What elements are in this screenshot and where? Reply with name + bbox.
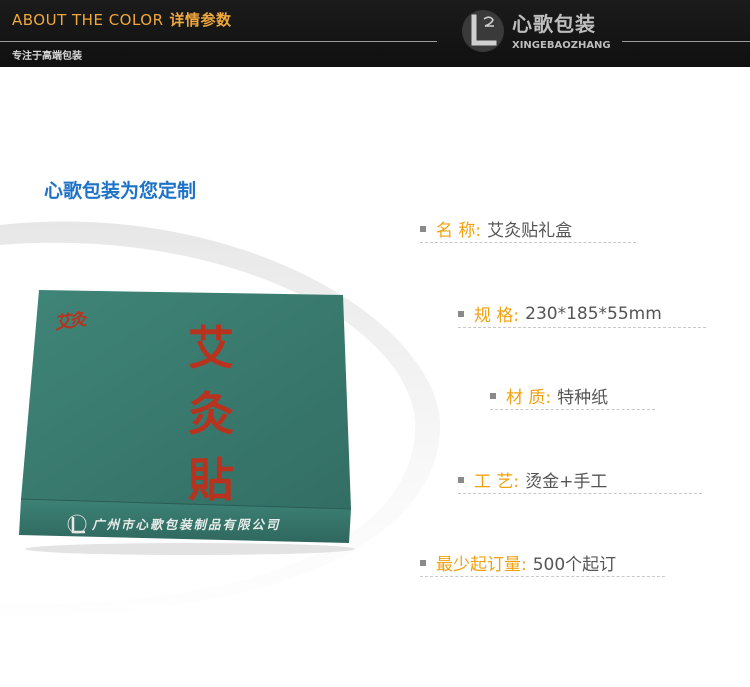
spec-value: 艾灸贴礼盒 <box>487 221 573 241</box>
spec-value: 烫金+手工 <box>525 472 608 492</box>
box-main-text-2: 灸 <box>188 387 234 441</box>
spec-row-craft: 工 艺: 烫金+手工 <box>458 467 702 494</box>
header-title-en: ABOUT THE COLOR <box>12 11 164 29</box>
header-divider-left <box>0 41 437 42</box>
spec-row-name: 名 称: 艾灸贴礼盒 <box>420 216 636 243</box>
spec-value: 特种纸 <box>557 388 609 408</box>
brand-logo-icon <box>462 10 504 52</box>
bullet-icon <box>490 392 496 399</box>
box-corner-mark: 艾灸 <box>53 309 86 334</box>
spec-label: 名 称: <box>436 221 482 241</box>
bullet-icon <box>420 559 426 566</box>
spec-label: 材 质: <box>506 388 552 408</box>
header-divider-right <box>622 41 750 42</box>
bullet-icon <box>420 225 426 232</box>
box-company-name: 广州市心歌包装制品有限公司 <box>92 517 281 532</box>
header-bar: ABOUT THE COLOR 详情参数 专注于高端包装 心歌包装 XINGEBA… <box>0 0 750 67</box>
header-title-cn: 详情参数 <box>169 11 232 29</box>
box-main-text-3: 貼 <box>188 453 234 507</box>
spec-row-size: 规 格: 230*185*55mm <box>458 301 706 328</box>
box-main-text-1: 艾 <box>188 321 234 375</box>
brand-name-cn: 心歌包装 <box>512 12 596 36</box>
spec-value: 230*185*55mm <box>525 303 662 324</box>
spec-row-moq: 最少起订量: 500个起订 <box>420 550 665 577</box>
spec-label: 最少起订量: <box>436 555 527 575</box>
header-title: ABOUT THE COLOR 详情参数 <box>12 9 232 30</box>
tagline: 心歌包装为您定制 <box>44 180 197 202</box>
spec-label: 工 艺: <box>474 472 520 492</box>
bullet-icon <box>458 310 464 317</box>
spec-row-material: 材 质: 特种纸 <box>490 383 655 410</box>
brand-name-en: XINGEBAOZHANG <box>512 40 611 51</box>
bullet-icon <box>458 476 464 483</box>
spec-label: 规 格: <box>474 306 520 326</box>
spec-value: 500个起订 <box>532 555 617 575</box>
header-subtitle: 专注于高端包装 <box>12 51 82 62</box>
